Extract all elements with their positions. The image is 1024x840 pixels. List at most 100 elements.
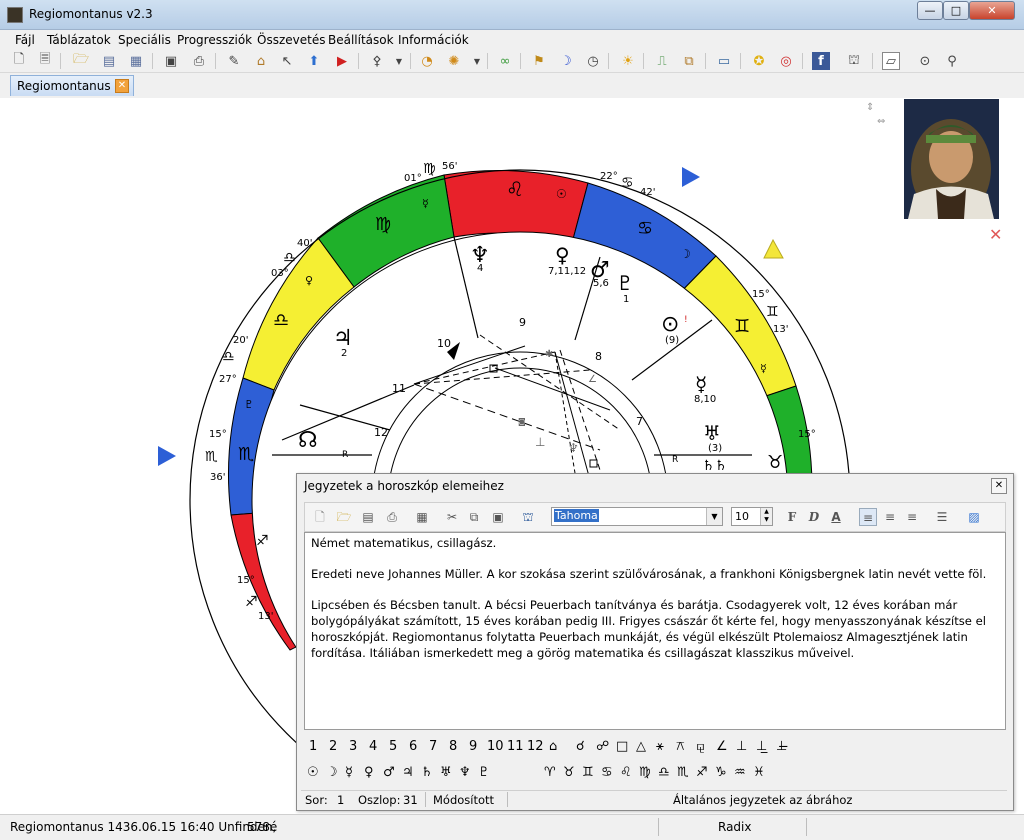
paste-icon[interactable]: ▣ [489,508,507,526]
bold-icon[interactable]: F [783,508,801,526]
house-button-11[interactable]: 11 [507,739,524,754]
sign-button-gemini[interactable]: ♊ [582,765,594,780]
house-button-10[interactable]: 10 [487,739,504,754]
sign-button-capricorn[interactable]: ♑ [715,765,727,780]
pan-vertical-icon: ⇕ [866,102,874,113]
bullet-list-icon[interactable]: ☰ [933,508,951,526]
sign-button-taurus[interactable]: ♉ [563,765,575,780]
aspect-button-sesquiquadrate[interactable]: ⚼ [696,739,705,754]
aspect-button-semisquare[interactable]: ∠ [716,739,728,754]
svg-text:☿: ☿ [422,197,429,210]
house-button-6[interactable]: 6 [409,739,417,754]
house-button-7[interactable]: 7 [429,739,437,754]
house-button-2[interactable]: 2 [329,739,337,754]
sign-button-libra[interactable]: ♎ [658,765,670,780]
planet-button-sun[interactable]: ☉ [307,765,319,780]
status-bar: Regiomontanus 1436.06.15 16:40 Unfinden,… [0,814,1024,840]
planet-button-mars[interactable]: ♂ [383,765,395,780]
axis-marker-r-right: R [672,455,678,465]
planet-venus: ♀ [555,243,570,267]
house-number-10: 10 [437,337,451,350]
insert-image-icon[interactable]: ⛫ [519,508,537,526]
aspect-button-quintile[interactable]: ⊥̲ [756,739,767,754]
sign-button-cancer[interactable]: ♋ [601,765,613,780]
sign-button-aries[interactable]: ♈ [544,765,556,780]
house-button-4[interactable]: 4 [369,739,377,754]
house-button-9[interactable]: 9 [469,739,477,754]
chevron-down-icon[interactable]: ▼ [706,508,722,525]
align-right-icon[interactable]: ≡ [903,508,921,526]
save-note-icon[interactable]: ▤ [359,508,377,526]
planet-sun-aspects: (9) [665,335,679,346]
aspect-button-sextile[interactable]: ⚹ [656,739,664,754]
svg-text:♐: ♐ [245,594,258,610]
font-size-stepper[interactable]: 10 ▲ ▼ [731,507,773,526]
svg-text:♇: ♇ [244,398,254,411]
note-context: Általános jegyzetek az ábrához [673,793,853,807]
svg-text:♊: ♊ [766,304,779,320]
aspect-button-semisextile[interactable]: ⊥ [736,739,747,754]
planet-button-pluto[interactable]: ♇ [478,765,490,780]
align-center-icon[interactable]: ≡ [881,508,899,526]
planet-button-moon[interactable]: ☽ [326,765,338,780]
status-divider [658,818,659,836]
planet-button-uranus[interactable]: ♅ [440,765,452,780]
aspect-button-quincunx[interactable]: ⚻ [676,739,685,754]
planet-button-mercury[interactable]: ☿ [345,765,353,780]
planet-mars-aspects: 5,6 [593,278,609,289]
sign-button-sagittarius[interactable]: ♐ [696,765,708,780]
aspect-button-conjunction[interactable]: ☌ [576,739,585,754]
planet-north-node: ☊ [298,428,318,453]
document-icon[interactable]: ▦ [413,508,431,526]
picture-icon[interactable]: ▨ [965,508,983,526]
aspect-button-opposition[interactable]: ☍ [596,739,609,754]
close-chart-icon[interactable]: ✕ [989,225,1002,244]
age-value: 578é [247,820,278,834]
asc-pointer [158,446,176,466]
underline-icon[interactable]: A [827,508,845,526]
copy-icon[interactable]: ⧉ [465,508,483,526]
h9-degree: 03° [271,268,289,279]
editor-toolbar: 🗋 🗁 ▤ ⎙ ▦ ✂ ⧉ ▣ ⛫ Tahoma ▼ 10 ▲ ▼ F D A ≡… [304,502,1006,532]
planet-venus-aspects: 7,11,12 [548,266,586,277]
notes-dialog: Jegyzetek a horoszkóp elemeihez ✕ 🗋 🗁 ▤ … [296,473,1014,811]
house-button-home[interactable]: ⌂ [549,739,557,754]
planet-button-saturn[interactable]: ♄ [421,765,433,780]
planet-button-jupiter[interactable]: ♃ [402,765,414,780]
house-button-1[interactable]: 1 [309,739,317,754]
font-size-value: 10 [735,510,749,523]
house-button-12[interactable]: 12 [527,739,544,754]
open-note-icon[interactable]: 🗁 [335,508,353,526]
aspect-button-trine[interactable]: △ [636,739,646,754]
new-note-icon[interactable]: 🗋 [311,508,329,526]
font-family-select[interactable]: Tahoma ▼ [551,507,723,526]
sign-button-virgo[interactable]: ♍ [639,765,651,780]
sign-button-aquarius[interactable]: ♒ [734,765,746,780]
svg-text:!: ! [684,315,688,325]
aspect-button-square[interactable]: □ [616,739,628,754]
note-paragraph: Eredeti neve Johannes Müller. A kor szok… [311,567,987,581]
modified-indicator: Módosított [433,793,495,807]
aspect-button-biquintile[interactable]: ⊥̶ [776,739,787,754]
planet-button-venus[interactable]: ♀ [364,765,374,780]
warning-triangle [763,238,784,259]
house-button-5[interactable]: 5 [389,739,397,754]
row-value: 1 [337,793,345,807]
spin-arrows-icon[interactable]: ▲ ▼ [760,508,772,525]
cut-icon[interactable]: ✂ [443,508,461,526]
house-button-3[interactable]: 3 [349,739,357,754]
notes-editor[interactable]: Német matematikus, csillagász. Eredeti n… [304,532,1006,730]
sign-button-scorpio[interactable]: ♏ [677,765,689,780]
italic-icon[interactable]: D [805,508,823,526]
house-button-8[interactable]: 8 [449,739,457,754]
sign-button-pisces[interactable]: ♓ [753,765,765,780]
sign-glyph-leo: ♌ [506,177,524,201]
status-divider [425,792,426,807]
dialog-status-bar: Sor: 1 Oszlop: 31 Módosított Általános j… [301,790,1007,808]
sign-button-leo[interactable]: ♌ [620,765,632,780]
planet-button-neptune[interactable]: ♆ [459,765,471,780]
column-value: 31 [403,793,418,807]
dialog-close-button[interactable]: ✕ [991,478,1007,494]
align-left-icon[interactable]: ≡ [859,508,877,526]
print-note-icon[interactable]: ⎙ [383,508,401,526]
